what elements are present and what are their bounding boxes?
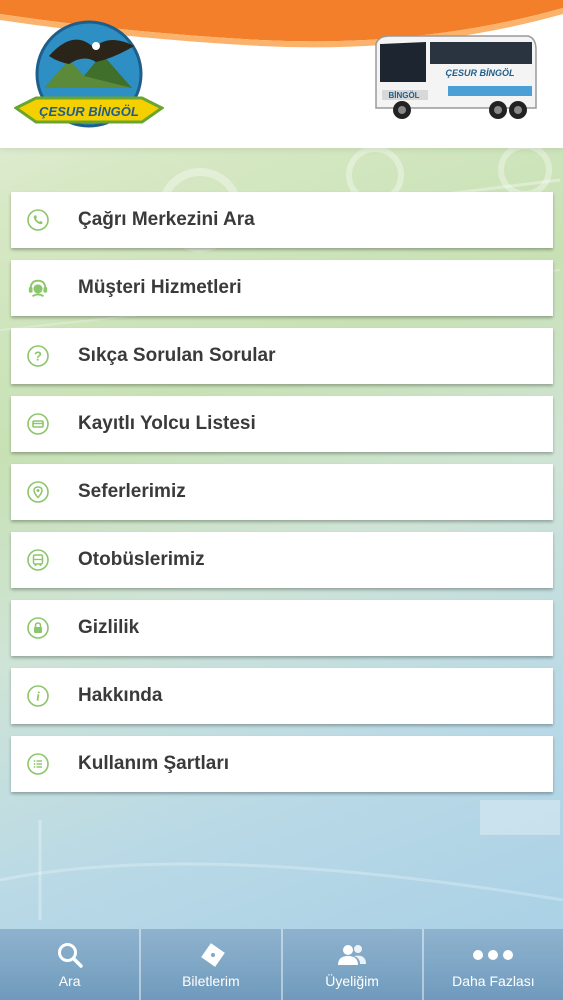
menu-label: Hakkında	[78, 685, 163, 706]
menu-item-faq[interactable]: ? Sıkça Sorulan Sorular	[11, 328, 553, 384]
company-logo[interactable]: ÇESUR BİNGÖL	[14, 18, 164, 130]
bottom-tab-bar: Ara Biletlerim Üyeliğim Daha Fazlası	[0, 929, 563, 1000]
more-icon	[471, 941, 515, 969]
menu-item-terms[interactable]: Kullanım Şartları	[11, 736, 553, 792]
tab-label: Biletlerim	[182, 973, 240, 989]
menu-item-customer-service[interactable]: Müşteri Hizmetleri	[11, 260, 553, 316]
question-icon: ?	[27, 345, 49, 367]
menu-item-about[interactable]: i Hakkında	[11, 668, 553, 724]
menu-label: Sıkça Sorulan Sorular	[78, 345, 276, 366]
tab-search[interactable]: Ara	[0, 929, 142, 1000]
app-header: ÇESUR BİNGÖL ÇESUR BİNGÖL BİNGÖL	[0, 0, 563, 148]
search-icon	[56, 941, 84, 969]
location-pin-icon	[27, 481, 49, 503]
menu-item-passenger-list[interactable]: Kayıtlı Yolcu Listesi	[11, 396, 553, 452]
menu-label: Otobüslerimiz	[78, 549, 205, 570]
ticket-icon	[195, 941, 227, 969]
info-icon: i	[27, 685, 49, 707]
bus-brand-text: ÇESUR BİNGÖL	[445, 68, 514, 78]
tab-tickets[interactable]: Biletlerim	[141, 929, 283, 1000]
tab-label: Daha Fazlası	[452, 973, 535, 989]
main-menu: Çağrı Merkezini Ara Müşteri Hizmetleri ?…	[11, 192, 553, 804]
menu-label: Gizlilik	[78, 617, 140, 638]
logo-text: ÇESUR BİNGÖL	[39, 104, 139, 119]
lock-icon	[27, 617, 49, 639]
tab-membership[interactable]: Üyeliğim	[282, 929, 424, 1000]
tab-label: Ara	[58, 973, 81, 989]
card-icon	[27, 413, 49, 435]
bus-icon	[27, 549, 49, 571]
menu-item-routes[interactable]: Seferlerimiz	[11, 464, 553, 520]
menu-item-privacy[interactable]: Gizlilik	[11, 600, 553, 656]
menu-item-call-center[interactable]: Çağrı Merkezini Ara	[11, 192, 553, 248]
bus-front-text: BİNGÖL	[388, 91, 419, 100]
tab-label: Üyeliğim	[325, 973, 379, 989]
list-icon	[27, 753, 49, 775]
svg-text:?: ?	[34, 349, 42, 364]
users-icon	[336, 941, 368, 969]
phone-icon	[27, 209, 49, 231]
menu-item-buses[interactable]: Otobüslerimiz	[11, 532, 553, 588]
tab-more[interactable]: Daha Fazlası	[423, 929, 563, 1000]
bus-image: ÇESUR BİNGÖL BİNGÖL	[375, 35, 537, 119]
menu-label: Kullanım Şartları	[78, 753, 229, 774]
menu-label: Kayıtlı Yolcu Listesi	[78, 413, 256, 434]
svg-text:i: i	[36, 689, 40, 704]
customer-service-icon	[27, 277, 49, 299]
menu-label: Seferlerimiz	[78, 481, 186, 502]
menu-label: Çağrı Merkezini Ara	[78, 209, 255, 230]
menu-label: Müşteri Hizmetleri	[78, 277, 242, 298]
